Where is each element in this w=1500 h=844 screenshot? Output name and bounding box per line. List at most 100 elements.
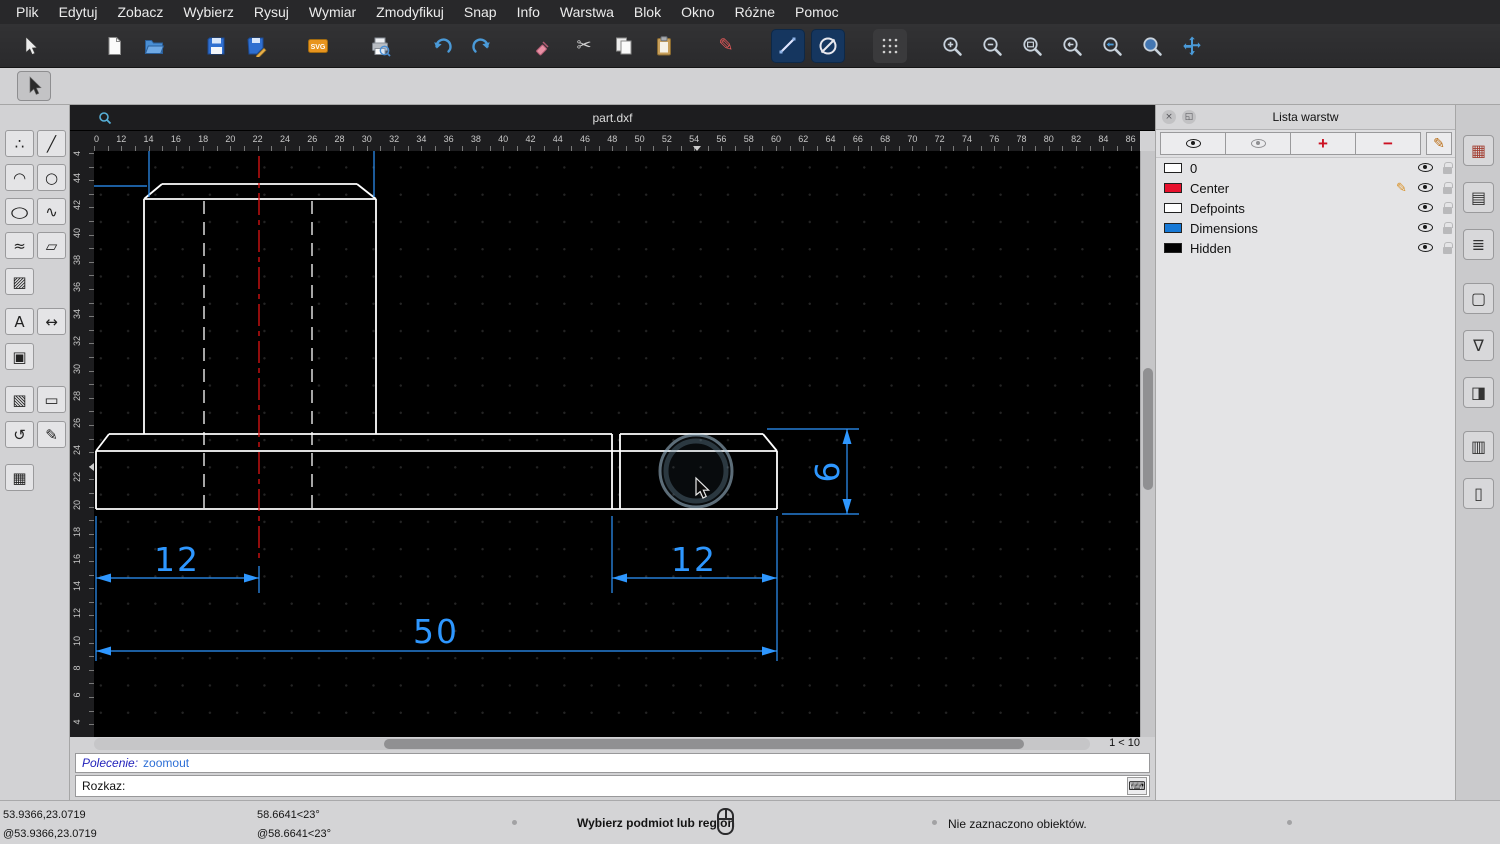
panel-close-icon[interactable]: × — [1162, 110, 1176, 124]
dock-library-browser-button[interactable]: ▦ — [1463, 135, 1494, 166]
layer-lock-icon[interactable] — [1443, 182, 1453, 194]
tool-spline-button[interactable]: ∿ — [37, 198, 66, 225]
vertical-scrollbar-thumb[interactable] — [1143, 368, 1153, 490]
drawing-canvas[interactable]: 12 12 50 6 — [94, 151, 1140, 737]
tool-arc-button[interactable]: ◠ — [5, 164, 34, 191]
dock-pen-palette-button[interactable]: ◨ — [1463, 377, 1494, 408]
copy-button[interactable] — [607, 29, 641, 63]
pointer-button[interactable] — [13, 29, 47, 63]
dock-layer-list-button[interactable]: ≣ — [1463, 229, 1494, 260]
layer-row-defpoints[interactable]: Defpoints — [1156, 198, 1455, 218]
cut-button[interactable]: ✂ — [567, 29, 601, 63]
layer-lock-icon[interactable] — [1443, 222, 1453, 234]
dimension-lines[interactable] — [94, 151, 859, 661]
dock-entity-filter-button[interactable]: ▥ — [1463, 431, 1494, 462]
layer-visibility-eye-icon[interactable] — [1418, 203, 1433, 212]
tool-pattern-button[interactable]: ▧ — [5, 386, 34, 413]
layer-color-swatch[interactable] — [1164, 223, 1182, 233]
zoom-previous-button[interactable] — [1055, 29, 1089, 63]
menu-wybierz[interactable]: Wybierz — [173, 0, 243, 24]
tool-points-button[interactable]: ∴ — [5, 130, 34, 157]
tool-measure-button[interactable]: ▭ — [37, 386, 66, 413]
delete-button[interactable] — [527, 29, 561, 63]
dock-layer-filter-button[interactable]: ∇ — [1463, 330, 1494, 361]
modify-layer-button[interactable]: ✎ — [1426, 132, 1452, 155]
line-attributes-button[interactable] — [771, 28, 805, 63]
new-file-button[interactable] — [97, 29, 131, 63]
tool-cube-button[interactable]: ▦ — [5, 464, 34, 491]
show-all-layers-button[interactable] — [1160, 132, 1226, 155]
save-button[interactable] — [199, 29, 233, 63]
keyboard-button[interactable]: ⌨ — [1127, 777, 1147, 795]
circle-attributes-button[interactable] — [811, 28, 845, 63]
menu-info[interactable]: Info — [507, 0, 550, 24]
hidden-lines[interactable] — [203, 201, 313, 509]
command-prompt[interactable]: Rozkaz: ⌨ — [75, 775, 1150, 797]
dock-clipboard-button[interactable]: ▯ — [1463, 478, 1494, 509]
vertical-scrollbar[interactable] — [1140, 151, 1155, 737]
menu-okno[interactable]: Okno — [671, 0, 724, 24]
save-as-button[interactable] — [239, 29, 273, 63]
hide-all-layers-button[interactable] — [1225, 132, 1291, 155]
layer-visibility-eye-icon[interactable] — [1418, 183, 1433, 192]
tool-revolve-button[interactable]: ↺ — [5, 421, 34, 448]
tool-line-button[interactable]: ╱ — [37, 130, 66, 157]
tool-dimension-button[interactable]: ↔ — [37, 308, 66, 335]
tool-freehand-button[interactable]: ≈ — [5, 232, 34, 259]
grid-toggle-button[interactable] — [873, 28, 907, 63]
layer-row-hidden[interactable]: Hidden — [1156, 238, 1455, 258]
svg-export-button[interactable]: SVG — [301, 29, 335, 63]
menu-rysuj[interactable]: Rysuj — [244, 0, 299, 24]
zoom-in-button[interactable] — [935, 29, 969, 63]
menu-zmodyfikuj[interactable]: Zmodyfikuj — [366, 0, 454, 24]
layer-color-swatch[interactable] — [1164, 183, 1182, 193]
layer-lock-icon[interactable] — [1443, 162, 1453, 174]
print-preview-button[interactable] — [363, 29, 397, 63]
zoom-pan-button[interactable] — [1175, 29, 1209, 63]
layer-lock-icon[interactable] — [1443, 242, 1453, 254]
tool-image-button[interactable]: ▣ — [5, 343, 34, 370]
dock-block-list-button[interactable]: ▤ — [1463, 182, 1494, 213]
zoom-auto-button[interactable] — [1015, 29, 1049, 63]
menu-zobacz[interactable]: Zobacz — [107, 0, 173, 24]
tool-hatch-button[interactable]: ▨ — [5, 268, 34, 295]
panel-undock-icon[interactable]: ◱ — [1182, 110, 1196, 124]
active-tool-pointer-button[interactable] — [17, 71, 51, 101]
layer-row-0[interactable]: 0 — [1156, 158, 1455, 178]
redo-button[interactable] — [465, 29, 499, 63]
layer-color-swatch[interactable] — [1164, 163, 1182, 173]
add-layer-button[interactable]: + — [1290, 132, 1356, 155]
layer-visibility-eye-icon[interactable] — [1418, 223, 1433, 232]
document-titlebar[interactable]: part.dxf — [70, 105, 1155, 131]
zoom-window-button[interactable] — [1135, 29, 1169, 63]
paste-button[interactable] — [647, 29, 681, 63]
layer-visibility-eye-icon[interactable] — [1418, 243, 1433, 252]
layer-color-swatch[interactable] — [1164, 243, 1182, 253]
menu-plik[interactable]: Plik — [6, 0, 49, 24]
remove-layer-button[interactable]: − — [1355, 132, 1421, 155]
tool-snap-pen-button[interactable]: ✎ — [37, 421, 66, 448]
menu-blok[interactable]: Blok — [624, 0, 671, 24]
menu-rozne[interactable]: Różne — [725, 0, 785, 24]
layer-color-swatch[interactable] — [1164, 203, 1182, 213]
zoom-redraw-button[interactable] — [1095, 29, 1129, 63]
menu-edytuj[interactable]: Edytuj — [49, 0, 108, 24]
undo-button[interactable] — [425, 29, 459, 63]
horizontal-scrollbar[interactable] — [94, 738, 1090, 750]
dock-command-history-button[interactable]: ▢ — [1463, 283, 1494, 314]
layer-lock-icon[interactable] — [1443, 202, 1453, 214]
menu-warstwa[interactable]: Warstwa — [550, 0, 624, 24]
layer-visibility-eye-icon[interactable] — [1418, 163, 1433, 172]
menu-snap[interactable]: Snap — [454, 0, 507, 24]
menu-wymiar[interactable]: Wymiar — [299, 0, 366, 24]
pen-attributes-button[interactable]: ✎ — [709, 29, 743, 63]
layer-row-dimensions[interactable]: Dimensions — [1156, 218, 1455, 238]
menu-pomoc[interactable]: Pomoc — [785, 0, 849, 24]
tool-text-button[interactable]: A — [5, 308, 34, 335]
tool-ellipse-button[interactable]: ○ — [5, 198, 34, 225]
tool-polygon-button[interactable]: ▱ — [37, 232, 66, 259]
open-folder-button[interactable] — [137, 29, 171, 63]
tool-circle-button[interactable]: ○ — [37, 164, 66, 191]
horizontal-scrollbar-thumb[interactable] — [384, 739, 1024, 749]
layer-row-center[interactable]: Center ✎ — [1156, 178, 1455, 198]
